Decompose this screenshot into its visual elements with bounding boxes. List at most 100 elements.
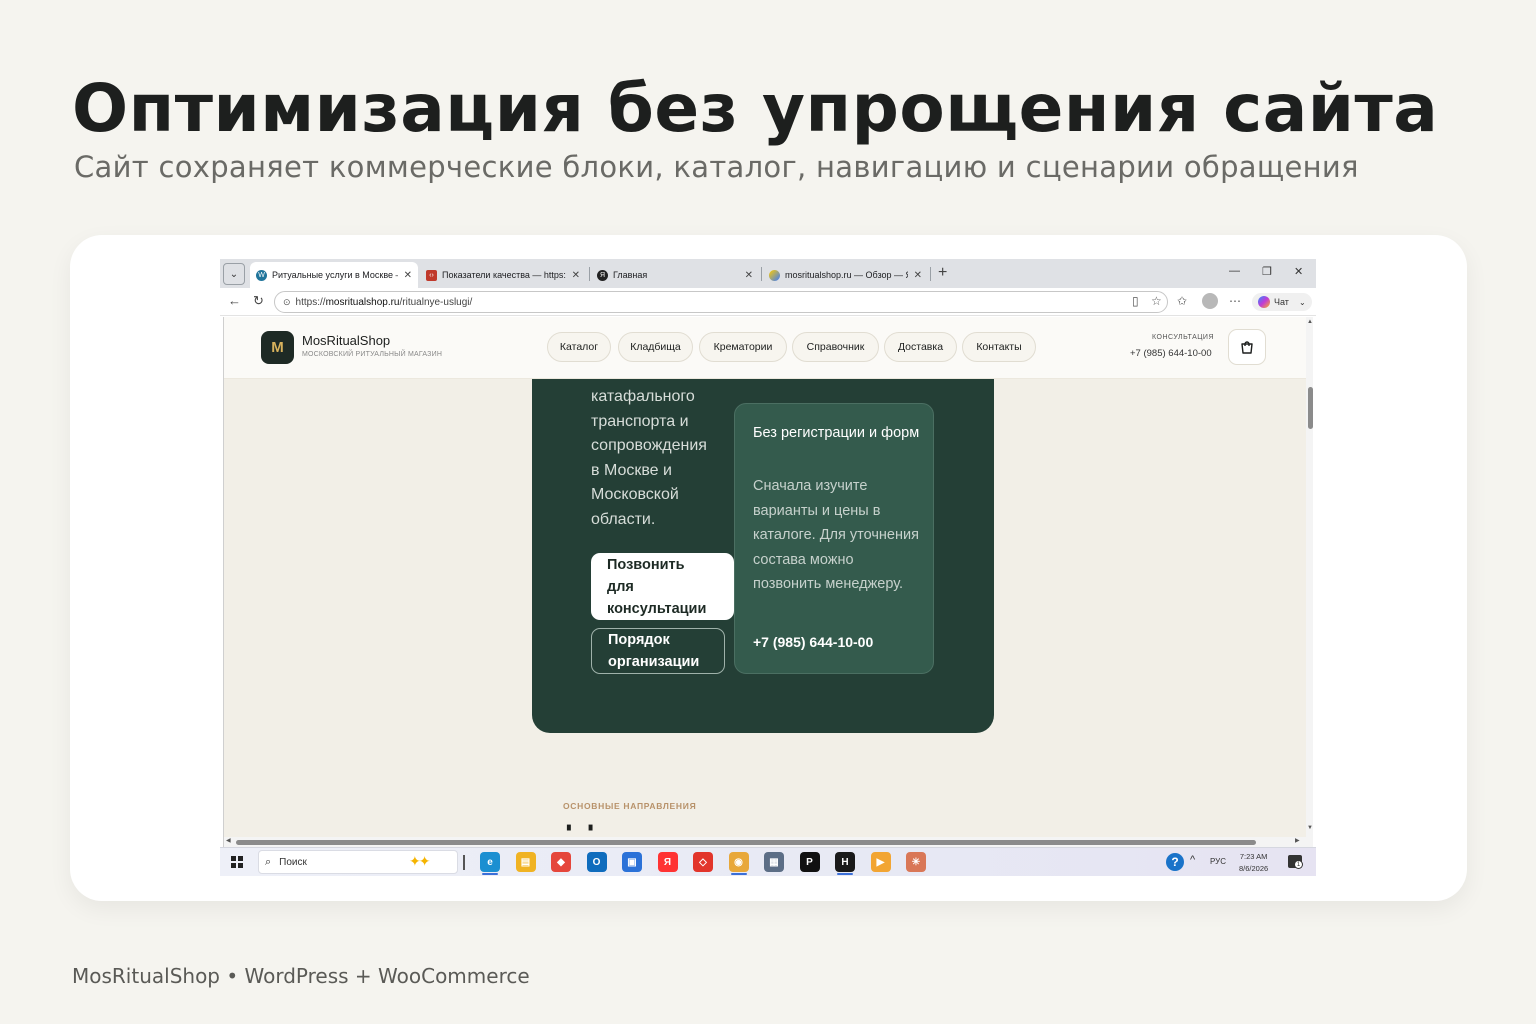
yandex-browser-icon[interactable]: Я: [657, 852, 678, 872]
windows-taskbar: ⌕ Поиск ✦✦ e ▤ ◆ O ▣ Я ◇ ◉ ▦ P H ▶ ✳ ? ^ РУС 7:23 AM…: [220, 847, 1316, 876]
tab-actions-chevron-icon[interactable]: ⌄: [223, 263, 245, 285]
button-label-line: Позвонить: [607, 557, 685, 573]
shopping-bag-icon: [1241, 341, 1253, 354]
hero-line: транспорта и: [591, 412, 689, 430]
anydesk-icon[interactable]: ◇: [693, 852, 713, 872]
help-icon[interactable]: ?: [1166, 853, 1184, 871]
hero-line: в Москве и: [591, 461, 672, 479]
consultation-label: КОНСУЛЬТАЦИЯ: [1152, 334, 1214, 341]
button-label-line: организации: [608, 654, 700, 670]
tray-chevron-up-icon[interactable]: ^: [1190, 854, 1195, 866]
tab-label: Главная: [613, 270, 648, 280]
scroll-right-icon[interactable]: ▶: [1295, 837, 1300, 844]
site-info-icon[interactable]: ⊙: [283, 297, 291, 308]
tab-yandex-home[interactable]: Я Главная ✕: [591, 262, 759, 288]
tab-close-icon[interactable]: ✕: [404, 270, 412, 281]
back-arrow-icon[interactable]: ←: [228, 293, 241, 308]
tab-webmaster-overview[interactable]: mosritualshop.ru — Обзор — Янд ✕: [763, 262, 928, 288]
chrome-icon[interactable]: ◉: [728, 852, 749, 872]
clock[interactable]: 7:23 AM 8/6/2026: [1239, 851, 1268, 875]
yandex-webmaster-icon: [769, 269, 780, 281]
brand-name[interactable]: MosRitualShop: [302, 333, 390, 348]
url-host: mosritualshop.ru: [325, 296, 400, 308]
minimize-icon[interactable]: —: [1229, 265, 1240, 277]
notification-icon[interactable]: 1: [1288, 855, 1303, 869]
nav-directory[interactable]: Справочник: [792, 332, 879, 362]
nav-catalog[interactable]: Каталог: [547, 332, 611, 362]
info-card-body: Сначала изучите варианты и цены в катало…: [753, 478, 919, 592]
slide-title: Оптимизация без упрощения сайта: [72, 70, 1439, 147]
horizontal-scrollbar[interactable]: ◀ ▶: [224, 837, 1313, 847]
hero-line: области.: [591, 510, 656, 528]
organization-order-button[interactable]: Порядок организации: [591, 628, 725, 674]
header-phone-link[interactable]: +7 (985) 644-10-00: [1130, 348, 1212, 359]
tab-close-icon[interactable]: ✕: [572, 270, 580, 281]
clock-time: 7:23 AM: [1239, 852, 1268, 861]
tab-close-icon[interactable]: ✕: [914, 270, 922, 281]
horizontal-scroll-thumb[interactable]: [236, 840, 1256, 845]
office-icon[interactable]: ◆: [551, 852, 571, 872]
vertical-scrollbar[interactable]: ▲ ▼: [1306, 317, 1313, 837]
nav-contacts[interactable]: Контакты: [962, 332, 1036, 362]
remote-desktop-icon[interactable]: ▣: [622, 852, 642, 872]
hero-line: сопровождения: [591, 437, 707, 454]
copilot-chat-button[interactable]: Чат ⌄: [1252, 293, 1312, 311]
code-icon: ‹›: [426, 269, 437, 281]
search-placeholder: Поиск: [279, 856, 307, 868]
copilot-icon: [1258, 296, 1270, 308]
tab-ritual-services[interactable]: W Ритуальные услуги в Москве — т ✕: [250, 262, 418, 288]
search-icon: ⌕: [265, 855, 272, 868]
nav-cemeteries[interactable]: Кладбища: [618, 332, 693, 362]
hoppscotch-icon[interactable]: H: [835, 852, 855, 872]
tab-strip: ⌄ W Ритуальные услуги в Москве — т ✕ ‹› …: [220, 259, 1316, 288]
favorite-star-icon[interactable]: ☆: [1151, 294, 1162, 308]
chevron-down-icon: ⌄: [1298, 297, 1306, 307]
copilot-sparkle-icon: ✦✦: [409, 853, 431, 869]
copilot-label: Чат: [1274, 297, 1289, 307]
close-window-icon[interactable]: ✕: [1294, 265, 1303, 278]
hero-block: катафального транспорта и сопровождения …: [532, 379, 994, 733]
scroll-down-icon[interactable]: ▼: [1307, 825, 1313, 831]
call-consultation-button[interactable]: Позвонить для консультации: [591, 553, 734, 620]
tab-close-icon[interactable]: ✕: [745, 270, 753, 281]
outlook-icon[interactable]: O: [586, 852, 607, 872]
more-menu-icon[interactable]: ⋯: [1229, 294, 1241, 308]
button-label-line: для: [607, 579, 634, 595]
vertical-scroll-thumb[interactable]: [1308, 387, 1313, 429]
tab-separator: [761, 267, 762, 281]
scroll-left-icon[interactable]: ◀: [226, 837, 231, 844]
maximize-icon[interactable]: ❐: [1262, 265, 1272, 278]
yandex-icon: Я: [597, 269, 608, 281]
windows-start-icon[interactable]: [231, 856, 243, 868]
scroll-up-icon[interactable]: ▲: [1307, 319, 1313, 325]
nav-delivery[interactable]: Доставка: [884, 332, 957, 362]
tab-label: Ритуальные услуги в Москве — т: [272, 270, 398, 280]
site-logo[interactable]: M: [261, 331, 294, 364]
taskbar-search[interactable]: ⌕ Поиск ✦✦: [258, 850, 458, 874]
tab-separator: [930, 267, 931, 281]
section-heading-partial: ▘▝: [567, 826, 603, 837]
profile-avatar-icon[interactable]: [1202, 293, 1218, 309]
pycharm-icon[interactable]: P: [799, 852, 820, 872]
file-explorer-icon[interactable]: ▤: [515, 852, 536, 872]
brand-tagline: МОСКОВСКИЙ РИТУАЛЬНЫЙ МАГАЗИН: [302, 351, 443, 358]
reload-icon[interactable]: ↻: [253, 293, 264, 309]
favorites-list-icon[interactable]: ✩: [1177, 294, 1187, 308]
nav-crematoria[interactable]: Крематории: [699, 332, 787, 362]
tab-quality-metrics[interactable]: ‹› Показатели качества — https://m ✕: [420, 262, 586, 288]
edge-icon[interactable]: e: [480, 852, 500, 872]
cart-button[interactable]: [1228, 329, 1266, 365]
address-bar[interactable]: ⊙ https://mosritualshop.ru/ritualnye-usl…: [274, 291, 1168, 313]
media-player-icon[interactable]: ▶: [870, 852, 891, 872]
new-tab-icon[interactable]: +: [938, 264, 947, 282]
reading-view-icon[interactable]: ▯: [1132, 294, 1139, 308]
running-app-indicator: [837, 873, 853, 875]
info-card-phone-link[interactable]: +7 (985) 644-10-00: [753, 634, 873, 650]
claude-icon[interactable]: ✳: [906, 852, 926, 872]
hero-line: Московской: [591, 486, 679, 503]
no-registration-card: Без регистрации и форм Сначала изучите в…: [734, 403, 934, 674]
page-viewport: M MosRitualShop МОСКОВСКИЙ РИТУАЛЬНЫЙ МА…: [223, 317, 1313, 847]
calculator-icon[interactable]: ▦: [764, 852, 784, 872]
input-language[interactable]: РУС: [1210, 857, 1226, 866]
slide-subtitle: Сайт сохраняет коммерческие блоки, катал…: [74, 150, 1359, 184]
